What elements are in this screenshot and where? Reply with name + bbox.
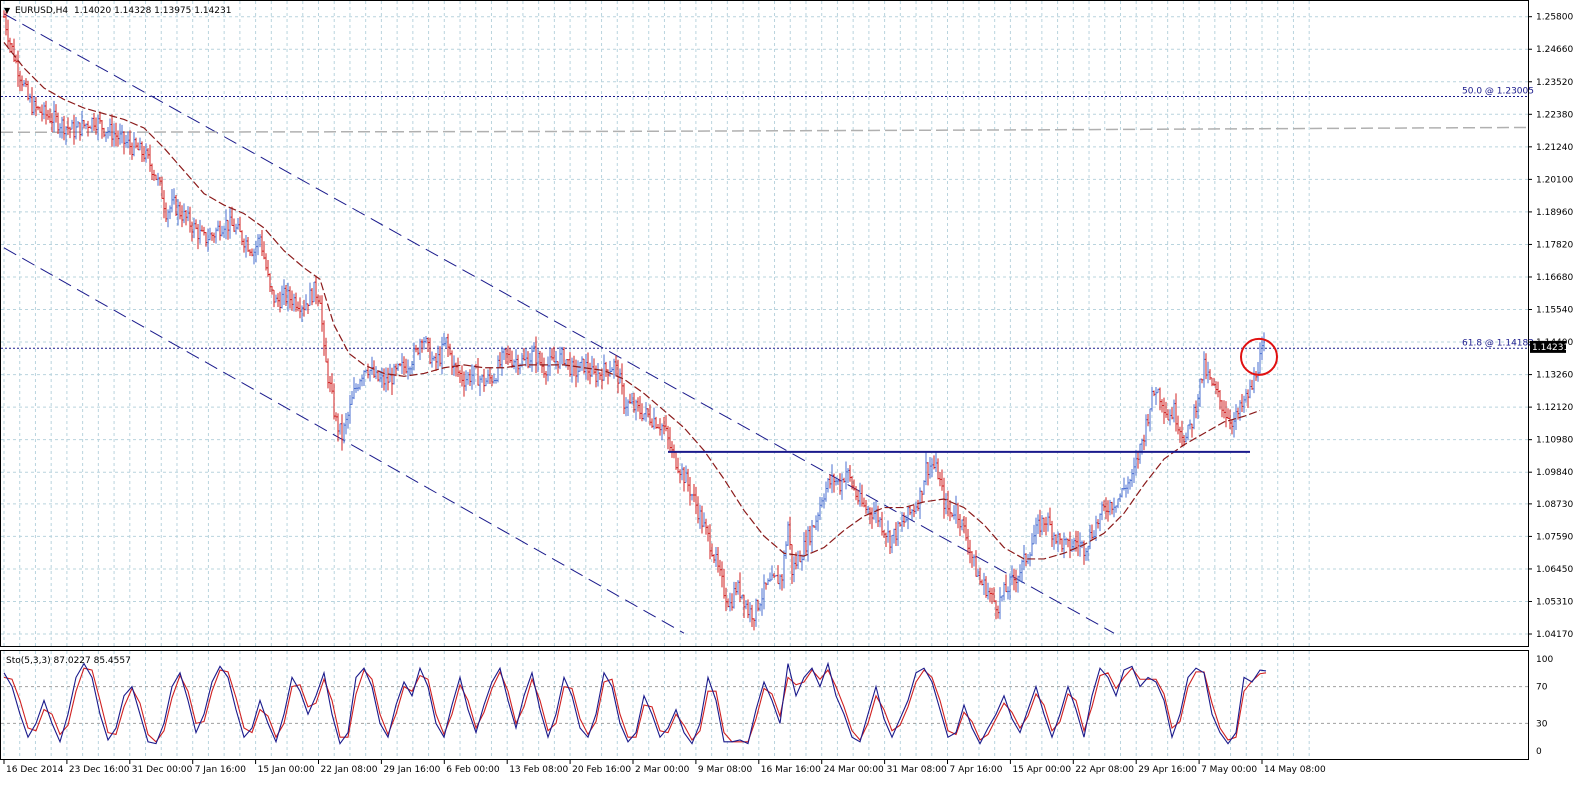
x-tick-label: 6 Feb 00:00 bbox=[446, 765, 500, 775]
x-tick-label: 31 Mar 08:00 bbox=[887, 765, 947, 775]
x-tick-label: 29 Jan 16:00 bbox=[383, 765, 440, 775]
x-tick-label: 13 Feb 08:00 bbox=[509, 765, 568, 775]
y-tick-label: 1.12120 bbox=[1536, 403, 1573, 413]
y-tick-label: 1.08730 bbox=[1536, 500, 1573, 510]
x-tick-label: 22 Apr 08:00 bbox=[1075, 765, 1134, 775]
stoch-tick-label: 30 bbox=[1536, 719, 1548, 729]
stoch-tick-label: 0 bbox=[1536, 747, 1542, 757]
stochastic-axis: 100 70 30 0 bbox=[1536, 655, 1553, 757]
fib-50-label: 50.0 @ 1.23005 bbox=[1462, 86, 1534, 96]
main-plot-frame bbox=[0, 0, 1529, 647]
x-tick-label: 16 Mar 16:00 bbox=[761, 765, 821, 775]
y-tick-label: 1.06450 bbox=[1536, 565, 1573, 575]
x-tick-label: 15 Apr 00:00 bbox=[1012, 765, 1071, 775]
x-tick-label: 14 May 08:00 bbox=[1264, 765, 1326, 775]
y-tick-label: 1.21240 bbox=[1536, 143, 1573, 153]
x-axis: 16 Dec 2014 23 Dec 16:00 31 Dec 00:00 7 Jan… bbox=[3, 760, 1326, 775]
last-price-text: 1.14231 bbox=[1532, 343, 1569, 353]
x-tick-label: 7 Apr 16:00 bbox=[950, 765, 1003, 775]
y-tick-label: 1.20100 bbox=[1536, 175, 1573, 185]
x-tick-label: 22 Jan 08:00 bbox=[321, 765, 378, 775]
y-tick-label: 1.04170 bbox=[1536, 630, 1573, 640]
x-tick-label: 15 Jan 00:00 bbox=[258, 765, 315, 775]
stoch-tick-label: 70 bbox=[1536, 683, 1548, 693]
x-tick-label: 29 Apr 16:00 bbox=[1138, 765, 1197, 775]
y-tick-label: 1.24660 bbox=[1536, 45, 1573, 55]
y-tick-label: 1.17820 bbox=[1536, 240, 1573, 250]
y-tick-label: 1.18960 bbox=[1536, 208, 1573, 218]
x-tick-label: 23 Dec 16:00 bbox=[69, 765, 130, 775]
stoch-tick-label: 100 bbox=[1536, 655, 1553, 665]
x-tick-label: 2 Mar 00:00 bbox=[635, 765, 690, 775]
indicator-plot-frame bbox=[0, 650, 1529, 760]
ohlc-values: 1.14020 1.14328 1.13975 1.14231 bbox=[74, 6, 231, 16]
y-tick-label: 1.22380 bbox=[1536, 110, 1573, 120]
y-tick-label: 1.10980 bbox=[1536, 436, 1573, 446]
y-tick-label: 1.16680 bbox=[1536, 273, 1573, 283]
chart-root: 1.25800 1.24660 1.23520 1.22380 1.21240 1.201… bbox=[0, 0, 1573, 775]
x-tick-label: 16 Dec 2014 bbox=[6, 765, 64, 775]
y-tick-label: 1.23520 bbox=[1536, 78, 1573, 88]
symbol-label: EURUSD,H4 bbox=[15, 6, 68, 16]
x-tick-label: 31 Dec 00:00 bbox=[132, 765, 193, 775]
y-tick-label: 1.15540 bbox=[1536, 306, 1573, 316]
y-tick-label: 1.25800 bbox=[1536, 13, 1573, 23]
x-tick-label: 9 Mar 08:00 bbox=[698, 765, 753, 775]
x-tick-label: 24 Mar 00:00 bbox=[824, 765, 884, 775]
y-tick-label: 1.05310 bbox=[1536, 597, 1573, 607]
fib-618-label: 61.8 @ 1.14182 bbox=[1462, 338, 1534, 348]
y-tick-label: 1.13260 bbox=[1536, 371, 1573, 381]
collapse-arrow-icon[interactable]: ▼ bbox=[4, 6, 11, 15]
x-tick-label: 20 Feb 16:00 bbox=[572, 765, 631, 775]
y-axis: 1.25800 1.24660 1.23520 1.22380 1.21240 1.201… bbox=[1528, 13, 1573, 640]
x-tick-label: 7 Jan 16:00 bbox=[195, 765, 247, 775]
y-tick-label: 1.09840 bbox=[1536, 468, 1573, 478]
x-tick-label: 7 May 00:00 bbox=[1201, 765, 1257, 775]
y-tick-label: 1.07590 bbox=[1536, 532, 1573, 542]
indicator-label: Sto(5,3,3) 87.0227 85.4557 bbox=[6, 656, 131, 666]
